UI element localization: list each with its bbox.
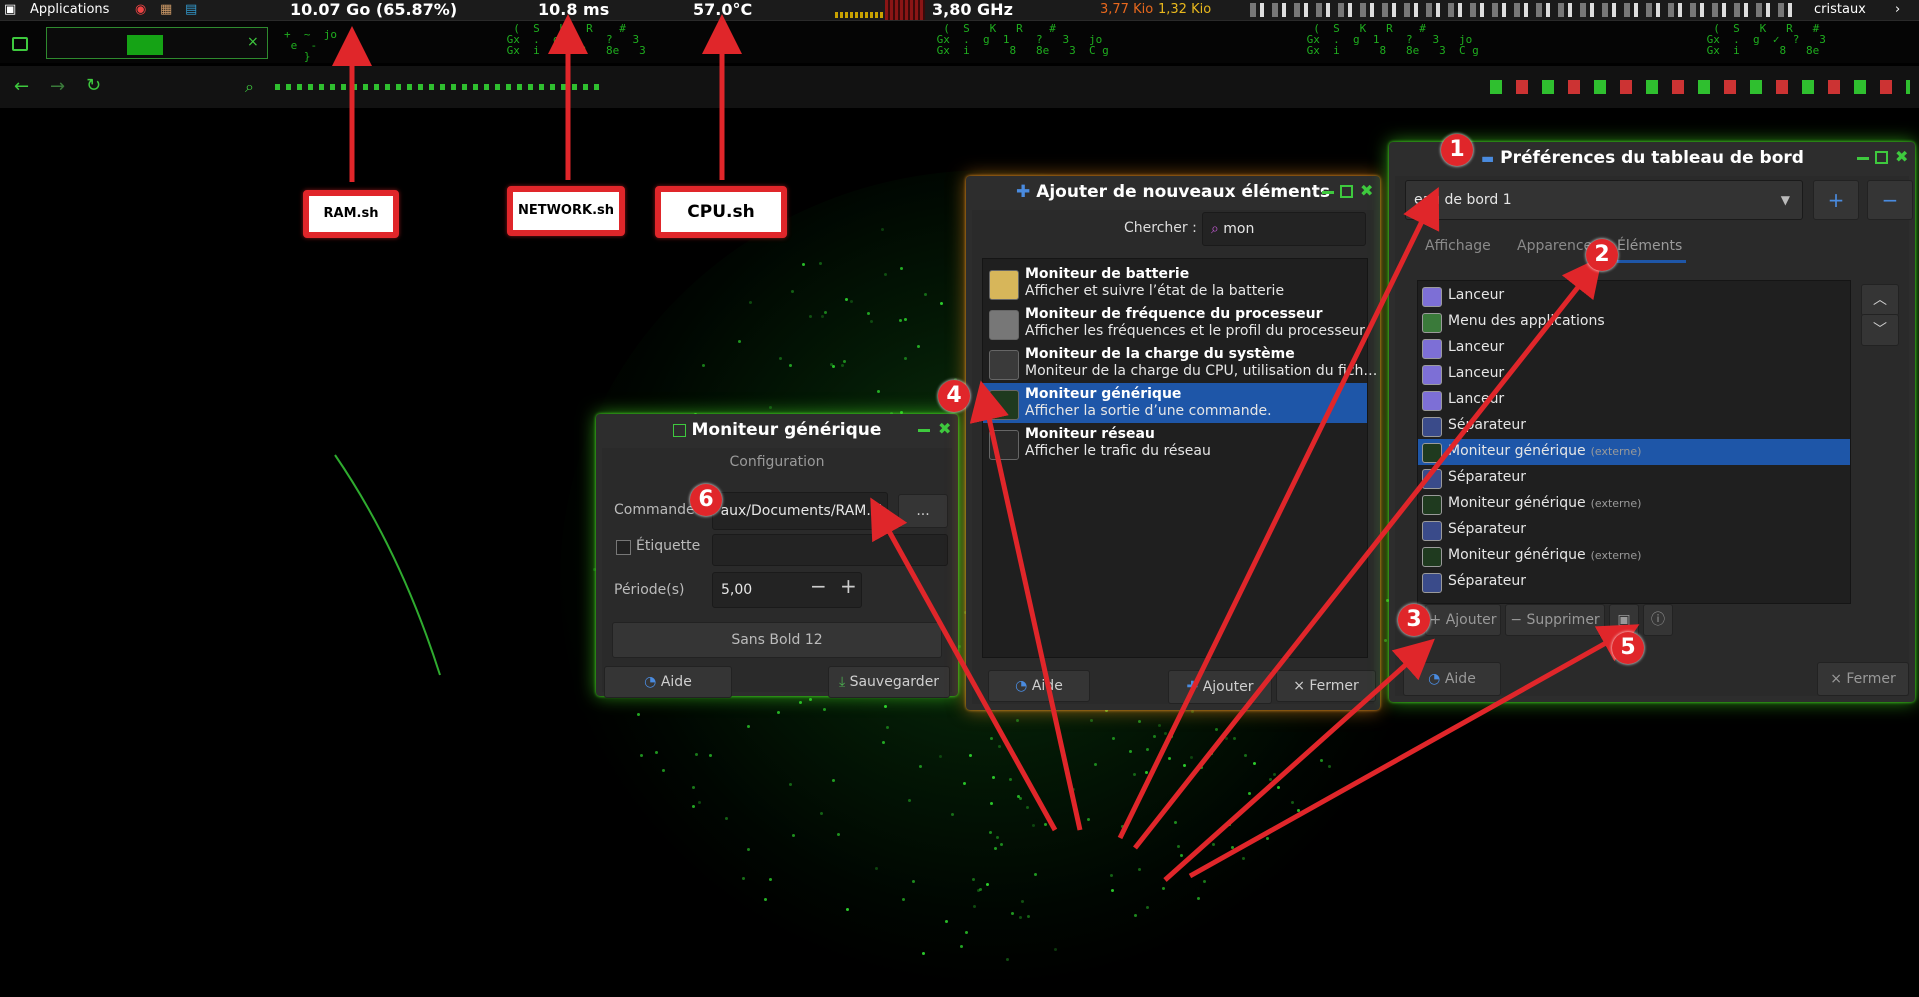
arrow-group: [332, 14, 1640, 882]
badge-5: 5: [1612, 632, 1644, 664]
badge-6: 6: [690, 484, 722, 516]
annotation-arrows: [332, 14, 1640, 882]
badge-4: 4: [938, 380, 970, 412]
badge-1: 1: [1441, 134, 1473, 166]
arrow-4: [969, 380, 1083, 831]
arrow-2: [1133, 256, 1603, 850]
arrow-6: [870, 497, 1058, 832]
badge-3: 3: [1398, 604, 1430, 636]
arrow-1: [1117, 187, 1440, 840]
badge-2: 2: [1586, 239, 1618, 271]
arrow-5: [1188, 624, 1640, 879]
